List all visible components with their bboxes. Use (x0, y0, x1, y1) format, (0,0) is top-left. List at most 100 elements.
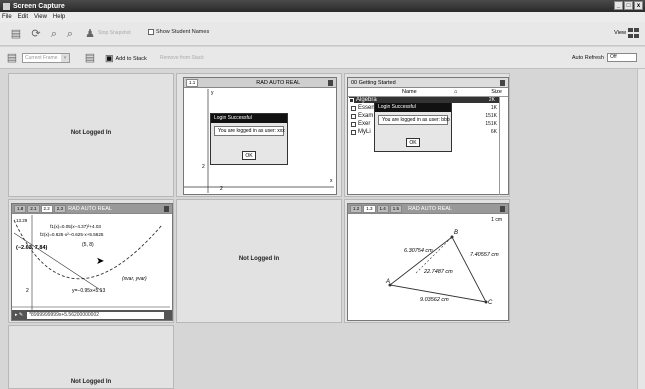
student-tile[interactable]: 1.8 2.1 2.2 2.3 RAD AUTO REAL 13.29 f1(x… (8, 199, 174, 323)
page-tab[interactable]: 2.1 (27, 204, 40, 213)
maximize-button[interactable]: □ (624, 1, 633, 10)
distance-measure: 22.7487 cm (424, 269, 453, 275)
student-tile[interactable]: Not Logged In (8, 73, 174, 197)
cursor-icon: ➤ (96, 256, 105, 267)
stack-icon: ▤ (6, 52, 18, 64)
function-entry[interactable]: *8999999999x+5.56200000002 (27, 311, 164, 319)
document-icon: ▤ (84, 52, 96, 64)
page-tab[interactable]: 1.2 (350, 204, 363, 213)
folder-icon (351, 105, 356, 111)
frame-select-value: Current Frame (25, 55, 58, 61)
vertex-a-label: A (386, 279, 391, 285)
dialog-message: You are logged in as user: bbb (378, 115, 450, 125)
auto-refresh-select[interactable]: Off (607, 53, 637, 62)
view-button[interactable]: View (614, 28, 639, 38)
frame-select[interactable]: Current Frame ▾ (22, 53, 70, 63)
tick-label: 2 (220, 186, 223, 192)
column-name: Name (402, 89, 417, 95)
student-tile[interactable]: Not Logged In (176, 199, 342, 323)
camera-icon[interactable]: ▤ (10, 28, 22, 40)
distance-ac: 9.03562 cm (420, 297, 449, 303)
minimize-button[interactable]: _ (614, 1, 623, 10)
add-to-stack-button[interactable]: ▣ Add to Stack (105, 53, 147, 64)
refresh-icon[interactable]: ⟳ (30, 28, 42, 40)
menu-edit[interactable]: Edit (18, 14, 28, 20)
handheld-screen: 1.8 2.1 2.2 2.3 RAD AUTO REAL 13.29 f1(x… (11, 203, 173, 321)
student-tile[interactable]: 1.1 RAD AUTO REAL y x 2 2 Login Successf… (176, 73, 342, 197)
ok-button[interactable]: OK (242, 151, 256, 160)
not-logged-in-text: Not Logged In (70, 130, 112, 136)
close-button[interactable]: x (634, 1, 643, 10)
file-size: 6K (490, 129, 497, 135)
file-name: Exer (358, 121, 371, 127)
remove-from-stack-label: Remove from Stack (160, 55, 204, 61)
tick-label: 2 (202, 164, 205, 170)
menu-file[interactable]: File (2, 14, 12, 20)
battery-icon (328, 80, 333, 86)
folder-icon (351, 129, 356, 135)
file-name: MyLi (358, 129, 371, 135)
file-size: 151K (485, 121, 497, 127)
login-dialog: Login Successful You are logged in as us… (210, 113, 288, 165)
point-label: (5, 8) (82, 242, 94, 248)
page-tab[interactable]: 1.5 (389, 204, 403, 213)
window-title: Screen Capture (13, 2, 65, 10)
function-graph (12, 215, 170, 311)
app-icon (3, 2, 10, 10)
menu-view[interactable]: View (34, 14, 47, 20)
mode-label: RAD AUTO REAL (68, 205, 112, 212)
mode-label: RAD AUTO REAL (408, 205, 452, 212)
stop-icon: ♟ (85, 28, 95, 40)
dialog-title: Login Successful (211, 114, 287, 123)
add-stack-icon: ▣ (105, 53, 114, 63)
student-tile[interactable]: Not Logged In (8, 325, 174, 389)
ok-button[interactable]: OK (406, 138, 420, 147)
battery-icon (500, 206, 505, 212)
folder-icon (351, 121, 356, 127)
zoom-in-icon[interactable]: ⌕ (48, 28, 60, 40)
page-tab[interactable]: 1.4 (376, 204, 389, 213)
show-names-label: Show Student Names (156, 29, 210, 35)
triangle-figure (388, 235, 488, 304)
auto-refresh: Auto Refresh Off (572, 53, 637, 62)
file-size: 1K (490, 105, 497, 111)
page-tab[interactable]: 1.3 (363, 204, 376, 213)
column-size: Size (491, 89, 502, 95)
page-tab[interactable]: 1.8 (14, 204, 27, 213)
x-axis-label: x (330, 178, 333, 184)
folder-icon (351, 113, 356, 119)
not-logged-in-text: Not Logged In (70, 379, 112, 385)
student-tile[interactable]: 00 Getting Started Name ⌂ Size Algebra 2… (344, 73, 510, 197)
view-label: View (614, 30, 626, 36)
auto-refresh-label: Auto Refresh (571, 54, 604, 61)
handheld-screen: 1.2 1.3 1.4 1.5 RAD AUTO REAL 1 cm A B C… (347, 203, 509, 321)
add-to-stack-label: Add to Stack (115, 55, 147, 62)
vertical-scrollbar[interactable] (637, 69, 645, 389)
dialog-message: You are logged in as user: xxx (214, 126, 285, 136)
secondary-toolbar: ▤ Current Frame ▾ ▤ ▣ Add to Stack Remov… (0, 47, 645, 69)
dialog-title: Login Successful (375, 103, 451, 112)
show-names-checkbox[interactable] (148, 29, 154, 35)
stop-snapshot-label: Stop Snapshot (98, 30, 131, 36)
line-equation: y=−0.95x+5.13 (72, 288, 106, 294)
vertex-b-label: B (454, 230, 459, 236)
zoom-out-icon[interactable]: ⌕ (64, 28, 76, 40)
menu-help[interactable]: Help (53, 14, 65, 20)
function-f1: f1(x)=0.05(x−4.37)²+4.03 (50, 224, 101, 229)
entry-line: ▸ ✎ *8999999999x+5.56200000002 (12, 310, 172, 320)
document-title: 00 Getting Started (351, 79, 396, 86)
y-axis-label: y (211, 90, 214, 96)
not-logged-in-text: Not Logged In (238, 256, 280, 262)
page-tab[interactable]: 2.3 (53, 204, 67, 213)
student-tile[interactable]: 1.2 1.3 1.4 1.5 RAD AUTO REAL 1 cm A B C… (344, 199, 510, 323)
battery-icon (500, 80, 505, 86)
distance-ab: 6.30754 cm (404, 248, 433, 254)
page-tab: 1.1 (186, 78, 199, 87)
point-label: (−2.63, 7.84) (16, 245, 48, 251)
capture-workspace: Not Logged In 1.1 RAD AUTO REAL y x 2 2 … (0, 69, 645, 389)
page-tab[interactable]: 2.2 (40, 204, 53, 213)
function-f2: f2(x)=0.625·x²−0.625·x+5.5625 (40, 232, 104, 237)
chevron-down-icon: ▾ (61, 54, 69, 62)
vertex-c-label: C (488, 300, 493, 306)
mode-label: RAD AUTO REAL (256, 79, 301, 86)
